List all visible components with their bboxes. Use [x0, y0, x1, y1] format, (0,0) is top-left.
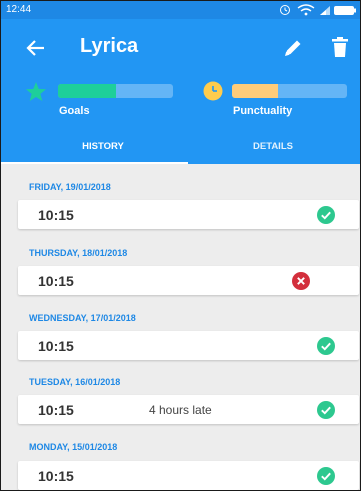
- history-date: WEDNESDAY, 17/01/2018: [29, 313, 136, 323]
- clock-icon: [203, 81, 223, 101]
- history-card[interactable]: 10:15: [18, 266, 359, 295]
- check-circle-icon: [317, 337, 335, 355]
- wifi-icon: [297, 4, 315, 16]
- history-time: 10:15: [38, 402, 74, 418]
- history-card[interactable]: 10:15: [18, 461, 359, 490]
- goals-label: Goals: [59, 105, 90, 117]
- page-title: Lyrica: [80, 35, 139, 57]
- status-time: 12:44: [6, 4, 32, 15]
- history-card[interactable]: 10:15 4 hours late: [18, 395, 359, 424]
- status-bar: 12:44: [1, 1, 360, 19]
- status-icons: [280, 4, 356, 16]
- back-arrow-icon[interactable]: [25, 37, 47, 59]
- history-date: THURSDAY, 18/01/2018: [29, 248, 128, 258]
- check-circle-icon: [317, 401, 335, 419]
- tab-history[interactable]: HISTORY: [18, 134, 188, 164]
- late-note: 4 hours late: [149, 403, 212, 417]
- cross-circle-icon: [292, 272, 310, 290]
- history-time: 10:15: [38, 207, 74, 223]
- history-time: 10:15: [38, 338, 74, 354]
- punctuality-progress-bar: [232, 84, 347, 98]
- goals-progress-bar: [58, 84, 173, 98]
- check-circle-icon: [317, 206, 335, 224]
- tab-indicator: [1, 162, 188, 164]
- goals-progress-fill: [58, 84, 116, 98]
- history-date: FRIDAY, 19/01/2018: [29, 182, 111, 192]
- history-time: 10:15: [38, 273, 74, 289]
- check-circle-icon: [317, 467, 335, 485]
- alarm-icon: [280, 5, 290, 15]
- battery-icon: [334, 6, 356, 15]
- history-time: 10:15: [38, 468, 74, 484]
- history-card[interactable]: 10:15: [18, 331, 359, 360]
- history-card[interactable]: 10:15: [18, 200, 359, 229]
- history-date: TUESDAY, 16/01/2018: [29, 377, 121, 387]
- punctuality-label: Punctuality: [233, 105, 293, 117]
- edit-pencil-icon[interactable]: [284, 38, 303, 57]
- app-screen: 12:44 Lyrica Goals Punctuality HISTORY D…: [0, 0, 361, 491]
- history-date: MONDAY, 15/01/2018: [29, 442, 118, 452]
- signal-icon: [320, 6, 330, 15]
- tab-details[interactable]: DETAILS: [188, 134, 358, 164]
- star-icon: [26, 82, 46, 101]
- delete-trash-icon[interactable]: [332, 37, 348, 57]
- punctuality-progress-fill: [232, 84, 278, 98]
